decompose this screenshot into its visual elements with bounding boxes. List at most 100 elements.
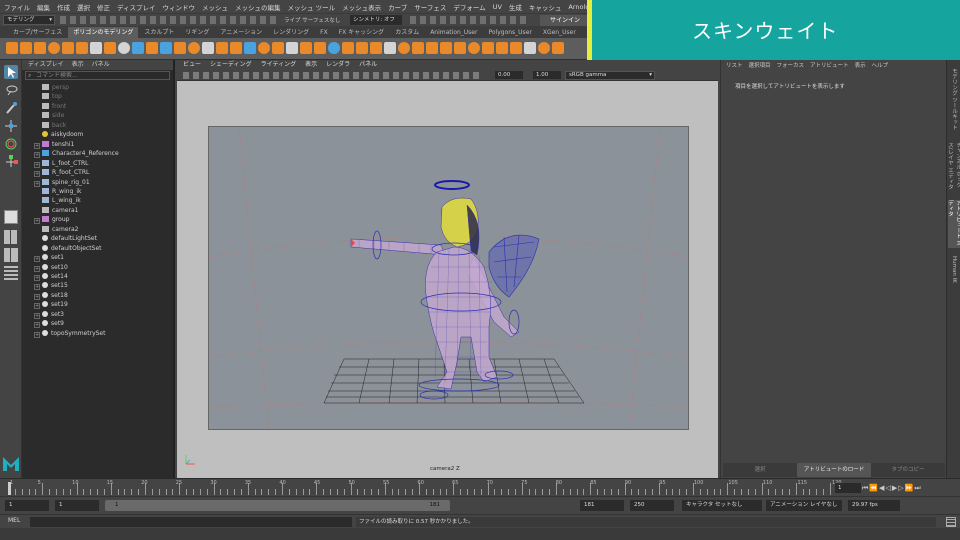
outliner-item[interactable]: persp	[42, 83, 69, 93]
outliner-item[interactable]: + set18	[34, 291, 68, 301]
expand-icon[interactable]: +	[34, 284, 40, 291]
outliner-item[interactable]: + tenshi1	[34, 140, 74, 150]
outliner-item[interactable]: + set14	[34, 272, 68, 282]
outliner-item[interactable]: defaultObjectSet	[42, 244, 102, 254]
character-set-dropdown[interactable]: キャラクタ セットなし	[682, 500, 762, 511]
shelf-tool-icon[interactable]	[300, 42, 312, 54]
shelf-tool-icon[interactable]	[20, 42, 32, 54]
shelf-tool-icon[interactable]	[342, 42, 354, 54]
menu-item[interactable]: 作成	[57, 2, 70, 12]
shelf-tool-icon[interactable]	[160, 42, 172, 54]
attribute-tab[interactable]: タブのコピー	[871, 463, 945, 477]
expand-icon[interactable]: +	[34, 265, 40, 272]
mel-input[interactable]	[30, 517, 352, 527]
menu-item[interactable]: メッシュ ツール	[288, 2, 336, 12]
step-back-key-icon[interactable]: ⏪	[869, 484, 878, 492]
shelf-tool-icon[interactable]	[244, 42, 256, 54]
shelf-tool-icon[interactable]	[412, 42, 424, 54]
step-forward-icon[interactable]: ▷	[898, 484, 903, 492]
shelf-tool-icon[interactable]	[314, 42, 326, 54]
expand-icon[interactable]: +	[34, 218, 40, 225]
current-frame-field[interactable]: 1	[835, 483, 861, 493]
play-back-icon[interactable]: ◁	[885, 484, 890, 492]
shelf-tool-icon[interactable]	[328, 42, 340, 54]
outliner-item[interactable]: + set15	[34, 281, 68, 291]
attribute-menu-item[interactable]: フォーカス	[777, 61, 805, 69]
shelf-tool-icon[interactable]	[482, 42, 494, 54]
shelf-tool-icon[interactable]	[524, 42, 536, 54]
outliner-item[interactable]: L_wing_ik	[42, 196, 81, 206]
shelf-tool-icon[interactable]	[146, 42, 158, 54]
viewport-menu-item[interactable]: ビュー	[183, 60, 201, 70]
colorspace-dropdown[interactable]: sRGB gamma ▾	[565, 71, 655, 80]
exposure-field[interactable]: 0.00	[495, 71, 523, 79]
outliner-menu-item[interactable]: ディスプレイ	[28, 60, 64, 70]
outliner-item[interactable]: + R_foot_CTRL	[34, 168, 89, 178]
attribute-tab[interactable]: 選択	[723, 463, 797, 477]
menu-item[interactable]: 編集	[37, 2, 50, 12]
menu-item[interactable]: UV	[493, 3, 502, 11]
shelf-tool-icon[interactable]	[552, 42, 564, 54]
shelf-tool-icon[interactable]	[370, 42, 382, 54]
select-tool-icon[interactable]	[4, 65, 18, 79]
outliner-item[interactable]: + set1	[34, 253, 64, 263]
shelf-tool-icon[interactable]	[76, 42, 88, 54]
expand-icon[interactable]: +	[34, 293, 40, 300]
menu-item[interactable]: キャッシュ	[529, 2, 562, 12]
shelf-tool-icon[interactable]	[258, 42, 270, 54]
four-view-layout-icon[interactable]	[4, 230, 18, 244]
shelf-tool-icon[interactable]	[468, 42, 480, 54]
shelf-tool-icon[interactable]	[216, 42, 228, 54]
single-view-layout-icon[interactable]	[4, 210, 18, 224]
outliner-item[interactable]: + L_foot_CTRL	[34, 159, 89, 169]
outliner-item[interactable]: + topoSymmetrySet	[34, 329, 105, 339]
current-time-marker[interactable]	[8, 482, 11, 495]
outliner-item[interactable]: side	[42, 111, 64, 121]
menu-item[interactable]: メッシュの編集	[235, 2, 281, 12]
signin-button[interactable]: サインイン	[540, 15, 590, 26]
menu-item[interactable]: カーブ	[388, 2, 407, 12]
range-slider[interactable]: 1 181	[105, 500, 450, 511]
scale-tool-icon[interactable]	[4, 155, 18, 169]
expand-icon[interactable]: +	[34, 256, 40, 263]
viewport-menu-item[interactable]: ライティング	[261, 60, 297, 70]
expand-icon[interactable]: +	[34, 161, 40, 168]
shelf-tool-icon[interactable]	[454, 42, 466, 54]
shelf-tool-icon[interactable]	[6, 42, 18, 54]
expand-icon[interactable]: +	[34, 142, 40, 149]
expand-icon[interactable]: +	[34, 152, 40, 159]
shelf-tab[interactable]: レンダリング	[268, 27, 314, 38]
expand-icon[interactable]: +	[34, 275, 40, 281]
shelf-tool-icon[interactable]	[496, 42, 508, 54]
menu-item[interactable]: ファイル	[4, 2, 30, 12]
go-to-start-icon[interactable]: ⏮	[862, 484, 868, 493]
attribute-menu-item[interactable]: リスト	[726, 61, 743, 69]
outliner-item[interactable]: back	[42, 121, 66, 131]
playback-start-field[interactable]: 1	[55, 500, 99, 511]
play-icon[interactable]: ▶︎	[892, 484, 897, 492]
expand-icon[interactable]: +	[34, 322, 40, 329]
outliner-item[interactable]: front	[42, 102, 66, 112]
mode-selector[interactable]: モデリング ▾	[3, 15, 55, 25]
shelf-tab[interactable]: スカルプト	[139, 27, 179, 38]
menu-item[interactable]: サーフェス	[414, 2, 446, 12]
attribute-menu-item[interactable]: 選択項目	[749, 61, 771, 69]
shelf-tab[interactable]: Animation_User	[425, 27, 482, 38]
side-tab[interactable]: チャンネル ボックス/レイヤ エディタ	[947, 142, 960, 194]
mel-label[interactable]: MEL	[8, 517, 20, 524]
gamma-field[interactable]: 1.00	[533, 71, 561, 79]
outliner-search-input[interactable]: ⌕ コマンド検索...	[25, 71, 170, 80]
side-tab[interactable]: Human IK	[948, 252, 960, 286]
shelf-tool-icon[interactable]	[384, 42, 396, 54]
shelf-tool-icon[interactable]	[90, 42, 102, 54]
step-back-icon[interactable]: ◀︎	[879, 484, 884, 492]
viewport-menu-item[interactable]: シェーディング	[210, 60, 252, 70]
shelf-tab[interactable]: リギング	[180, 27, 214, 38]
time-slider[interactable]: 1 5 10 15 20 25 30 35 40 45 50 55 60 65 70 75 80 85 90 95 10…	[0, 478, 960, 496]
shelf-tool-icon[interactable]	[118, 42, 130, 54]
menu-item[interactable]: メッシュ表示	[342, 2, 381, 12]
side-tab[interactable]: アトリビュート エディタ	[947, 200, 960, 248]
expand-icon[interactable]: +	[34, 171, 40, 178]
fps-dropdown[interactable]: 29.97 fps	[848, 500, 900, 511]
menu-item[interactable]: デフォーム	[453, 2, 485, 12]
